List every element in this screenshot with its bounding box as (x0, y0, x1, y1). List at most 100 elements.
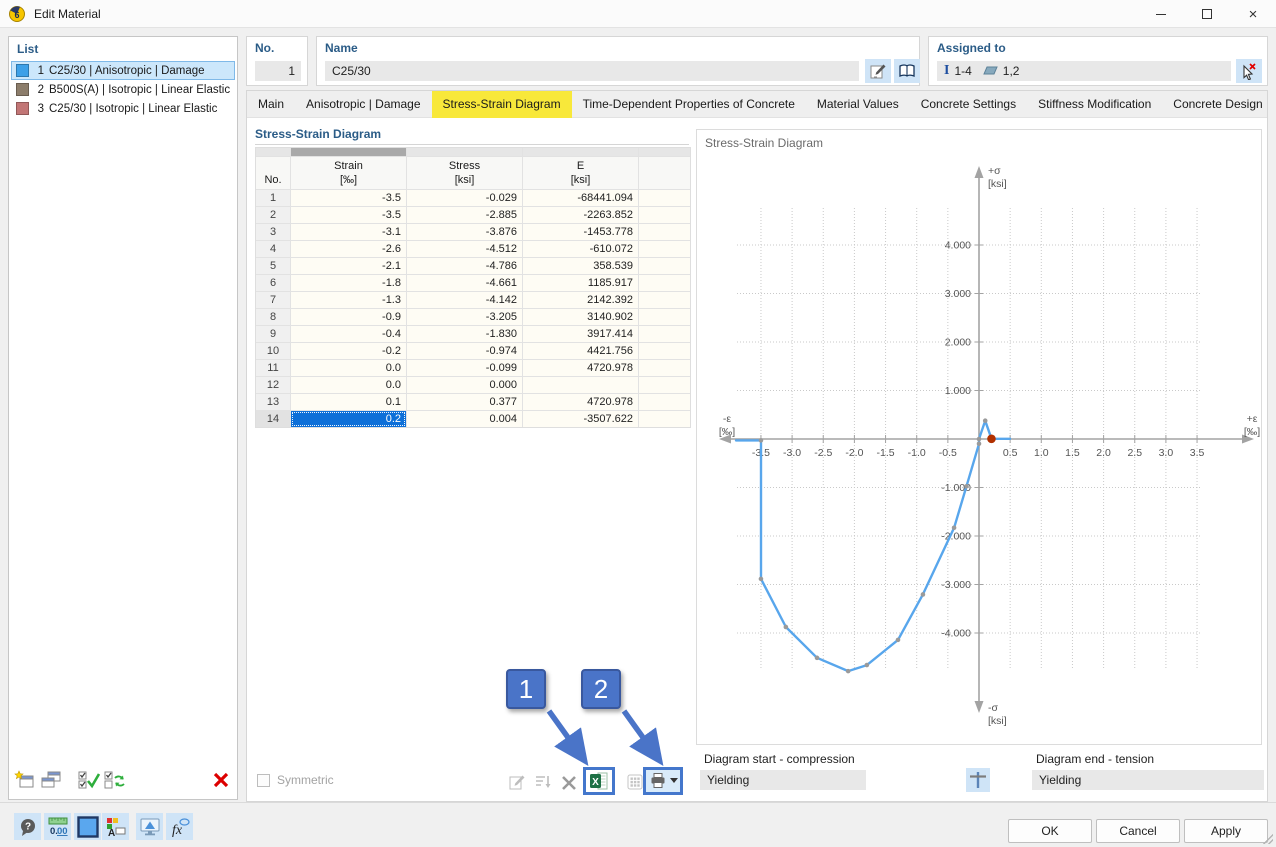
table-cell-e[interactable]: -610.072 (523, 241, 638, 257)
table-cell-e[interactable]: 4720.978 (523, 360, 638, 376)
row-number[interactable]: 12 (256, 377, 290, 393)
print-button[interactable] (643, 767, 683, 795)
table-cell-stress[interactable]: -1.830 (407, 326, 522, 342)
table-cell-stress[interactable]: -0.029 (407, 190, 522, 206)
color-swatch-button[interactable] (74, 813, 101, 840)
copy-material-button[interactable] (39, 769, 63, 791)
edit-row-button[interactable] (505, 771, 529, 793)
tab-concrete-settings[interactable]: Concrete Settings (910, 91, 1027, 118)
row-number[interactable]: 1 (256, 190, 290, 206)
table-cell-extra[interactable] (639, 207, 690, 223)
sort-button[interactable] (531, 771, 555, 793)
table-cell-strain[interactable]: -1.8 (291, 275, 406, 291)
row-number[interactable]: 2 (256, 207, 290, 223)
table-cell-extra[interactable] (639, 309, 690, 325)
stress-strain-chart[interactable]: -3.5-3.0-2.5-2.0-1.5-1.0-0.50.51.01.52.0… (697, 130, 1261, 744)
tab-concrete-design[interactable]: Concrete Design (1162, 91, 1273, 118)
table-cell-strain[interactable]: 0.0 (291, 360, 406, 376)
table-cell-extra[interactable] (639, 275, 690, 291)
table-cell-stress[interactable]: -3.876 (407, 224, 522, 240)
table-cell-strain[interactable]: -3.5 (291, 190, 406, 206)
tab-stiffness-modification[interactable]: Stiffness Modification (1027, 91, 1162, 118)
no-field[interactable]: 1 (255, 61, 301, 81)
axes-origin-button[interactable] (966, 768, 990, 792)
row-number[interactable]: 9 (256, 326, 290, 342)
maximize-button[interactable] (1184, 0, 1230, 28)
apply-button[interactable]: Apply (1184, 819, 1268, 843)
display-settings-button[interactable] (136, 813, 163, 840)
table-cell-strain[interactable]: 0.0 (291, 377, 406, 393)
units-button[interactable]: 0.00 (44, 813, 71, 840)
cancel-button[interactable]: Cancel (1096, 819, 1180, 843)
table-cell-e[interactable]: 2142.392 (523, 292, 638, 308)
row-number[interactable]: 14 (256, 411, 290, 427)
table-cell-extra[interactable] (639, 292, 690, 308)
diagram-end-select[interactable]: Yielding (1032, 770, 1264, 790)
material-list-item[interactable]: 2B500S(A) | Isotropic | Linear Elastic (11, 80, 235, 99)
table-cell-extra[interactable] (639, 326, 690, 342)
table-cell-e[interactable]: 358.539 (523, 258, 638, 274)
table-cell-stress[interactable]: -4.786 (407, 258, 522, 274)
name-field[interactable]: C25/30 (325, 61, 859, 81)
table-cell-strain[interactable]: 0.1 (291, 394, 406, 410)
table-cell-e[interactable]: -68441.094 (523, 190, 638, 206)
table-cell-stress[interactable]: -4.661 (407, 275, 522, 291)
tab-anisotropic-damage[interactable]: Anisotropic | Damage (295, 91, 432, 118)
library-button[interactable] (894, 59, 920, 83)
table-cell-extra[interactable] (639, 377, 690, 393)
table-cell-e[interactable]: 4720.978 (523, 394, 638, 410)
table-cell-extra[interactable] (639, 224, 690, 240)
row-number[interactable]: 13 (256, 394, 290, 410)
table-cell-e[interactable]: 3917.414 (523, 326, 638, 342)
table-cell-stress[interactable]: 0.377 (407, 394, 522, 410)
resize-grip[interactable] (1263, 834, 1273, 844)
table-cell-e[interactable]: 1185.917 (523, 275, 638, 291)
table-cell-e[interactable]: -3507.622 (523, 411, 638, 427)
new-material-button[interactable] (13, 769, 37, 791)
tab-time-dependent-properties-of-concrete[interactable]: Time-Dependent Properties of Concrete (572, 91, 806, 118)
object-colors-button[interactable]: A (102, 813, 129, 840)
table-cell-extra[interactable] (639, 394, 690, 410)
diagram-start-select[interactable]: Yielding (700, 770, 866, 790)
toggle-selection-button[interactable] (103, 769, 127, 791)
table-cell-extra[interactable] (639, 241, 690, 257)
table-cell-extra[interactable] (639, 258, 690, 274)
row-number[interactable]: 10 (256, 343, 290, 359)
minimize-button[interactable] (1138, 0, 1184, 28)
assigned-field[interactable]: I 1-4 1,2 (937, 61, 1231, 81)
table-cell-e[interactable] (523, 377, 638, 393)
select-in-model-button[interactable] (1236, 59, 1262, 83)
table-cell-stress[interactable]: -2.885 (407, 207, 522, 223)
table-cell-strain[interactable]: 0.2 (291, 411, 406, 427)
select-all-button[interactable] (77, 769, 101, 791)
delete-row-button[interactable] (557, 771, 581, 793)
row-number[interactable]: 4 (256, 241, 290, 257)
table-cell-stress[interactable]: -0.099 (407, 360, 522, 376)
table-cell-strain[interactable]: -2.6 (291, 241, 406, 257)
close-button[interactable]: × (1230, 0, 1276, 28)
table-cell-stress[interactable]: 0.004 (407, 411, 522, 427)
rename-button[interactable] (865, 59, 891, 83)
table-cell-stress[interactable]: -3.205 (407, 309, 522, 325)
ok-button[interactable]: OK (1008, 819, 1092, 843)
table-cell-strain[interactable]: -3.1 (291, 224, 406, 240)
material-list-item[interactable]: 3C25/30 | Isotropic | Linear Elastic (11, 99, 235, 118)
table-cell-strain[interactable]: -0.9 (291, 309, 406, 325)
table-cell-strain[interactable]: -3.5 (291, 207, 406, 223)
table-cell-e[interactable]: -1453.778 (523, 224, 638, 240)
tab-main[interactable]: Main (247, 91, 295, 118)
table-cell-stress[interactable]: -4.142 (407, 292, 522, 308)
table-cell-strain[interactable]: -1.3 (291, 292, 406, 308)
table-cell-extra[interactable] (639, 360, 690, 376)
tab-stress-strain-diagram[interactable]: Stress-Strain Diagram (432, 91, 572, 118)
delete-all-button[interactable] (209, 769, 233, 791)
table-cell-extra[interactable] (639, 190, 690, 206)
table-cell-stress[interactable]: 0.000 (407, 377, 522, 393)
table-cell-e[interactable]: 4421.756 (523, 343, 638, 359)
material-list-item[interactable]: 1C25/30 | Anisotropic | Damage (11, 61, 235, 80)
table-cell-strain[interactable]: -2.1 (291, 258, 406, 274)
row-number[interactable]: 7 (256, 292, 290, 308)
row-number[interactable]: 6 (256, 275, 290, 291)
symmetric-checkbox[interactable] (257, 774, 270, 787)
table-cell-e[interactable]: -2263.852 (523, 207, 638, 223)
